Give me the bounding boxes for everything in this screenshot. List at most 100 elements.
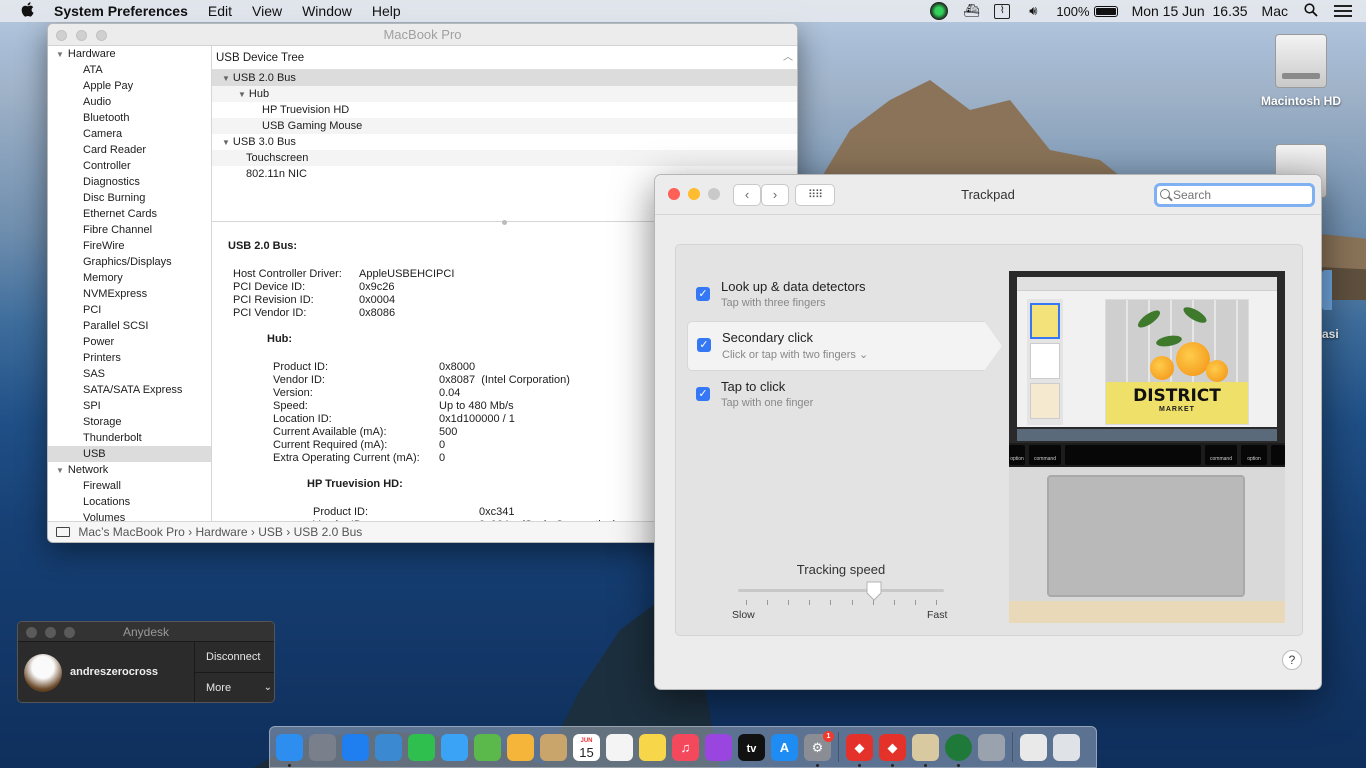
sidebar-item[interactable]: Audio [48,94,211,110]
dock-messages-icon[interactable] [441,733,468,761]
sysinfo-titlebar[interactable]: MacBook Pro [48,24,797,46]
sidebar-item[interactable]: Apple Pay [48,78,211,94]
close-button[interactable] [668,188,680,200]
anydesk-status-icon[interactable]: ⛴ [962,3,980,19]
dock-tv-icon[interactable]: tv [738,733,765,761]
anydesk-titlebar[interactable]: Anydesk [18,622,274,642]
dock-podcasts-icon[interactable] [705,733,732,761]
sidebar-item[interactable]: NVMExpress [48,286,211,302]
sidebar-item[interactable]: Fibre Channel [48,222,211,238]
disclosure-triangle-icon[interactable]: ▼ [222,138,230,147]
desktop-disk-3[interactable] [1322,270,1332,310]
sidebar-item[interactable]: Firewall [48,478,211,494]
menu-help[interactable]: Help [372,3,401,19]
tree-item[interactable]: Touchscreen [212,150,797,166]
close-button[interactable] [56,30,67,41]
option-subtitle[interactable]: Click or tap with two fingers ⌄ [722,348,868,361]
sidebar-item[interactable]: Thunderbolt [48,430,211,446]
dock-reminders-icon[interactable] [606,733,633,761]
disclosure-triangle-icon[interactable]: ▼ [238,90,246,99]
sidebar-item[interactable]: Printers [48,350,211,366]
dock-appstore-icon[interactable]: A [771,733,798,761]
help-button[interactable]: ? [1282,650,1302,670]
chevron-up-icon[interactable]: ︿ [783,46,793,70]
activity-monitor-icon[interactable]: ⌇ [994,3,1011,19]
dock-trash-icon[interactable] [1053,733,1080,761]
dock-music-icon[interactable]: ♫ [672,733,699,761]
dock-safari-icon[interactable] [342,733,369,761]
status-green-icon[interactable] [930,2,949,20]
dock-anydesk-2-icon[interactable]: ◆ [879,733,906,767]
dock-photos-icon[interactable] [507,733,534,761]
dock-contacts-icon[interactable] [540,733,567,761]
minimize-button[interactable] [76,30,87,41]
path-item[interactable]: Mac’s MacBook Pro [78,525,184,539]
path-item[interactable]: USB 2.0 Bus [294,525,363,539]
sidebar-item[interactable]: Card Reader [48,142,211,158]
menu-window[interactable]: Window [302,3,352,19]
clock[interactable]: Mon 15 Jun 16.35 [1132,3,1248,19]
desktop-disk-macintosh-hd[interactable]: Macintosh HD [1256,34,1346,108]
checkbox[interactable]: ✓ [696,387,710,401]
show-all-grid-icon[interactable]: ⠿⠿ [795,184,835,206]
dock-calendar-icon[interactable]: JUN 15 [573,733,600,761]
dock-system-preferences-icon[interactable]: ⚙ 1 [804,730,834,767]
sidebar-group[interactable]: Hardware [48,46,211,62]
menu-app-name[interactable]: System Preferences [54,3,188,19]
user-menu[interactable]: Mac [1262,3,1288,19]
close-button[interactable] [26,627,37,638]
sidebar-item[interactable]: Graphics/Displays [48,254,211,270]
sidebar-item[interactable]: Bluetooth [48,110,211,126]
search-input[interactable] [1154,183,1315,207]
forward-button[interactable]: › [761,184,789,206]
sidebar-item[interactable]: SPI [48,398,211,414]
dock-grapher-icon[interactable] [912,733,939,767]
sidebar-item[interactable]: Camera [48,126,211,142]
tree-item[interactable]: ▼ USB 3.0 Bus [212,134,797,150]
volume-icon[interactable]: 🔊︎ [1024,3,1042,19]
tree-header[interactable]: USB Device Tree ︿ [212,46,797,70]
sidebar-item[interactable]: USB [48,446,211,462]
sidebar-item[interactable]: ATA [48,62,211,78]
dock-maps-icon[interactable] [474,733,501,761]
tree-item[interactable]: USB Gaming Mouse [212,118,797,134]
trackpad-toolbar[interactable]: ‹ › ⠿⠿ Trackpad [655,175,1321,215]
tracking-speed-slider[interactable] [738,589,944,592]
sidebar-item[interactable]: Power [48,334,211,350]
dock-documents-icon[interactable] [1020,733,1047,761]
zoom-button[interactable] [96,30,107,41]
checkbox[interactable]: ✓ [696,287,710,301]
sidebar-group[interactable]: Network [48,462,211,478]
tree-item[interactable]: ▼ USB 2.0 Bus [212,70,797,86]
dock-preview-icon[interactable] [375,733,402,761]
dock-launchpad-icon[interactable] [309,733,336,761]
sidebar-item[interactable]: Ethernet Cards [48,206,211,222]
minimize-button[interactable] [688,188,700,200]
more-button[interactable]: More ⌄ [195,673,274,702]
dock-printer-icon[interactable] [978,733,1005,761]
sidebar-item[interactable]: Storage [48,414,211,430]
dock-radar-icon[interactable] [945,733,972,767]
spotlight-icon[interactable] [1302,3,1320,19]
sidebar-item[interactable]: Disc Burning [48,190,211,206]
disclosure-triangle-icon[interactable]: ▼ [222,74,230,83]
gesture-option[interactable]: ✓ Look up & data detectors Tap with three … [687,271,985,321]
notification-center-icon[interactable] [1334,5,1352,17]
chevron-down-icon[interactable]: ⌄ [856,349,868,361]
sidebar-item[interactable]: FireWire [48,238,211,254]
checkbox[interactable]: ✓ [697,338,711,352]
tree-item[interactable]: ▼ Hub [212,86,797,102]
zoom-button[interactable] [64,627,75,638]
sidebar-item[interactable]: Diagnostics [48,174,211,190]
zoom-button[interactable] [708,188,720,200]
path-item[interactable]: Hardware [196,525,248,539]
battery-percent[interactable]: 100% [1056,4,1089,19]
slider-thumb[interactable] [866,581,882,601]
sidebar-item[interactable]: PCI [48,302,211,318]
apple-menu-icon[interactable] [0,1,54,21]
disconnect-button[interactable]: Disconnect [195,642,274,673]
back-button[interactable]: ‹ [733,184,761,206]
menu-edit[interactable]: Edit [208,3,232,19]
sidebar-item[interactable]: SAS [48,366,211,382]
gesture-option[interactable]: ✓ Secondary click Click or tap with two fi… [687,321,1002,371]
